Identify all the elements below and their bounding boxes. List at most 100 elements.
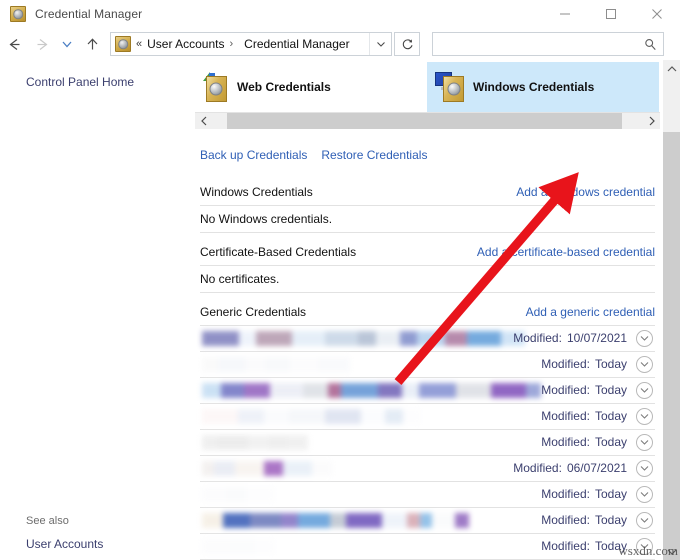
scroll-up-chevron-up-icon[interactable] [663,60,680,77]
modified-label: Modified: [541,383,590,397]
modified-label: Modified: [541,435,590,449]
modified-label: Modified: [513,331,562,345]
credentials-content: Back up Credentials Restore Credentials … [195,129,660,560]
table-row[interactable]: Modified: 10/07/2021 [200,326,655,352]
redacted-credential-name [202,383,541,398]
web-credentials-icon [203,72,229,102]
modified-value: Today [595,487,627,501]
redacted-credential-name [202,539,275,554]
divider [200,292,655,293]
breadcrumb[interactable]: « User Accounts › Credential Manager [110,32,392,56]
credential-modified: Modified: Today [541,487,627,501]
chevron-down-circle-icon[interactable] [636,330,653,347]
redacted-credential-name [202,357,350,372]
chevron-down-circle-icon[interactable] [636,460,653,477]
back-arrow-icon[interactable] [0,29,28,59]
modified-label: Modified: [513,461,562,475]
close-button[interactable] [634,0,680,28]
search-field[interactable] [439,37,644,51]
chevron-down-circle-icon[interactable] [636,382,653,399]
add-a-certificate-based-credential-link[interactable]: Add a certificate-based credential [477,245,655,259]
modified-value: Today [595,513,627,527]
redacted-credential-name [202,331,525,346]
chevron-down-circle-icon[interactable] [636,486,653,503]
chevron-down-circle-icon[interactable] [636,408,653,425]
breadcrumb-separator: › [230,38,234,50]
credential-modified: Modified: Today [541,383,627,397]
table-row[interactable]: Modified: Today [200,508,655,534]
chevron-down-circle-icon[interactable] [636,434,653,451]
breadcrumb-chevron-down-icon[interactable] [369,33,391,55]
breadcrumb-overflow[interactable]: « [136,38,141,50]
breadcrumb-safe-icon [115,36,131,52]
table-row[interactable]: Modified: Today [200,352,655,378]
tab-web-credentials-label: Web Credentials [237,80,331,94]
modified-label: Modified: [541,357,590,371]
breadcrumb-item-credential-manager[interactable]: Credential Manager [244,37,349,51]
table-row[interactable]: Modified:Today [200,534,655,560]
add-a-windows-credential-link[interactable]: Add a Windows credential [516,185,655,199]
horizontal-scrollbar[interactable] [195,112,660,129]
table-row[interactable]: Modified: Today [200,378,655,404]
modified-label: Modified: [541,539,590,553]
redacted-credential-name [202,409,421,424]
modified-label: Modified: [541,487,590,501]
chevron-down-circle-icon[interactable] [636,356,653,373]
forward-arrow-icon [28,29,56,59]
backup-credentials-link[interactable]: Back up Credentials [200,148,307,162]
divider [200,232,655,233]
modified-value: Today [595,357,627,371]
backup-restore-links: Back up Credentials Restore Credentials [200,148,427,162]
credential-modified: Modified: Today [541,357,627,371]
credential-modified: Modified: Today [541,513,627,527]
add-a-generic-credential-link[interactable]: Add a generic credential [526,305,655,319]
redacted-credential-name [202,435,308,450]
horizontal-scrollbar-track[interactable] [212,113,643,130]
table-row[interactable]: Modified: Today [200,430,655,456]
address-bar: « User Accounts › Credential Manager [0,28,680,60]
modified-value: Today [595,435,627,449]
search-icon [644,38,657,51]
scroll-right-chevron-right-icon[interactable] [643,113,660,130]
credential-modified: Modified:Today [541,409,627,423]
recent-locations-chevron-down-icon[interactable] [56,29,78,59]
horizontal-scrollbar-thumb[interactable] [227,113,622,130]
modified-label: Modified: [541,513,590,527]
modified-value: Today [595,383,627,397]
tab-windows-credentials[interactable]: Windows Credentials [427,62,659,112]
credential-modified: Modified: 06/07/2021 [513,461,627,475]
vertical-scrollbar[interactable] [663,60,680,560]
refresh-icon[interactable] [394,32,420,56]
modified-label: Modified: [541,409,590,423]
table-row[interactable]: Modified: 06/07/2021 [200,456,655,482]
title-bar: Credential Manager [0,0,680,28]
section-windows-credentials-note: No Windows credentials. [200,212,332,226]
sidebar: Control Panel Home See also User Account… [0,60,195,560]
divider [200,205,655,206]
windows-credentials-icon [435,72,465,102]
restore-credentials-link[interactable]: Restore Credentials [321,148,427,162]
scroll-left-chevron-left-icon[interactable] [195,113,212,130]
table-row[interactable]: Modified: Today [200,482,655,508]
divider [200,265,655,266]
section-certificate-credentials-note: No certificates. [200,272,279,286]
minimize-button[interactable] [542,0,588,28]
search-input[interactable] [432,32,664,56]
maximize-button[interactable] [588,0,634,28]
sidebar-item-user-accounts[interactable]: User Accounts [26,537,103,551]
modified-value: 10/07/2021 [567,331,627,345]
redacted-credential-name [202,487,275,502]
credential-modified: Modified:Today [541,539,627,553]
modified-value: 06/07/2021 [567,461,627,475]
section-generic-credentials-title: Generic Credentials [200,305,306,319]
vertical-scrollbar-thumb[interactable] [663,132,680,560]
sidebar-item-control-panel-home[interactable]: Control Panel Home [26,75,134,89]
chevron-down-circle-icon[interactable] [636,512,653,529]
breadcrumb-item-user-accounts[interactable]: User Accounts [147,37,224,51]
tab-web-credentials[interactable]: Web Credentials [195,62,427,112]
credential-category-tabs: Web Credentials Windows Credentials [195,62,660,112]
credential-modified: Modified: Today [541,435,627,449]
table-row[interactable]: Modified:Today [200,404,655,430]
up-arrow-icon[interactable] [78,29,106,59]
section-windows-credentials-title: Windows Credentials [200,185,313,199]
